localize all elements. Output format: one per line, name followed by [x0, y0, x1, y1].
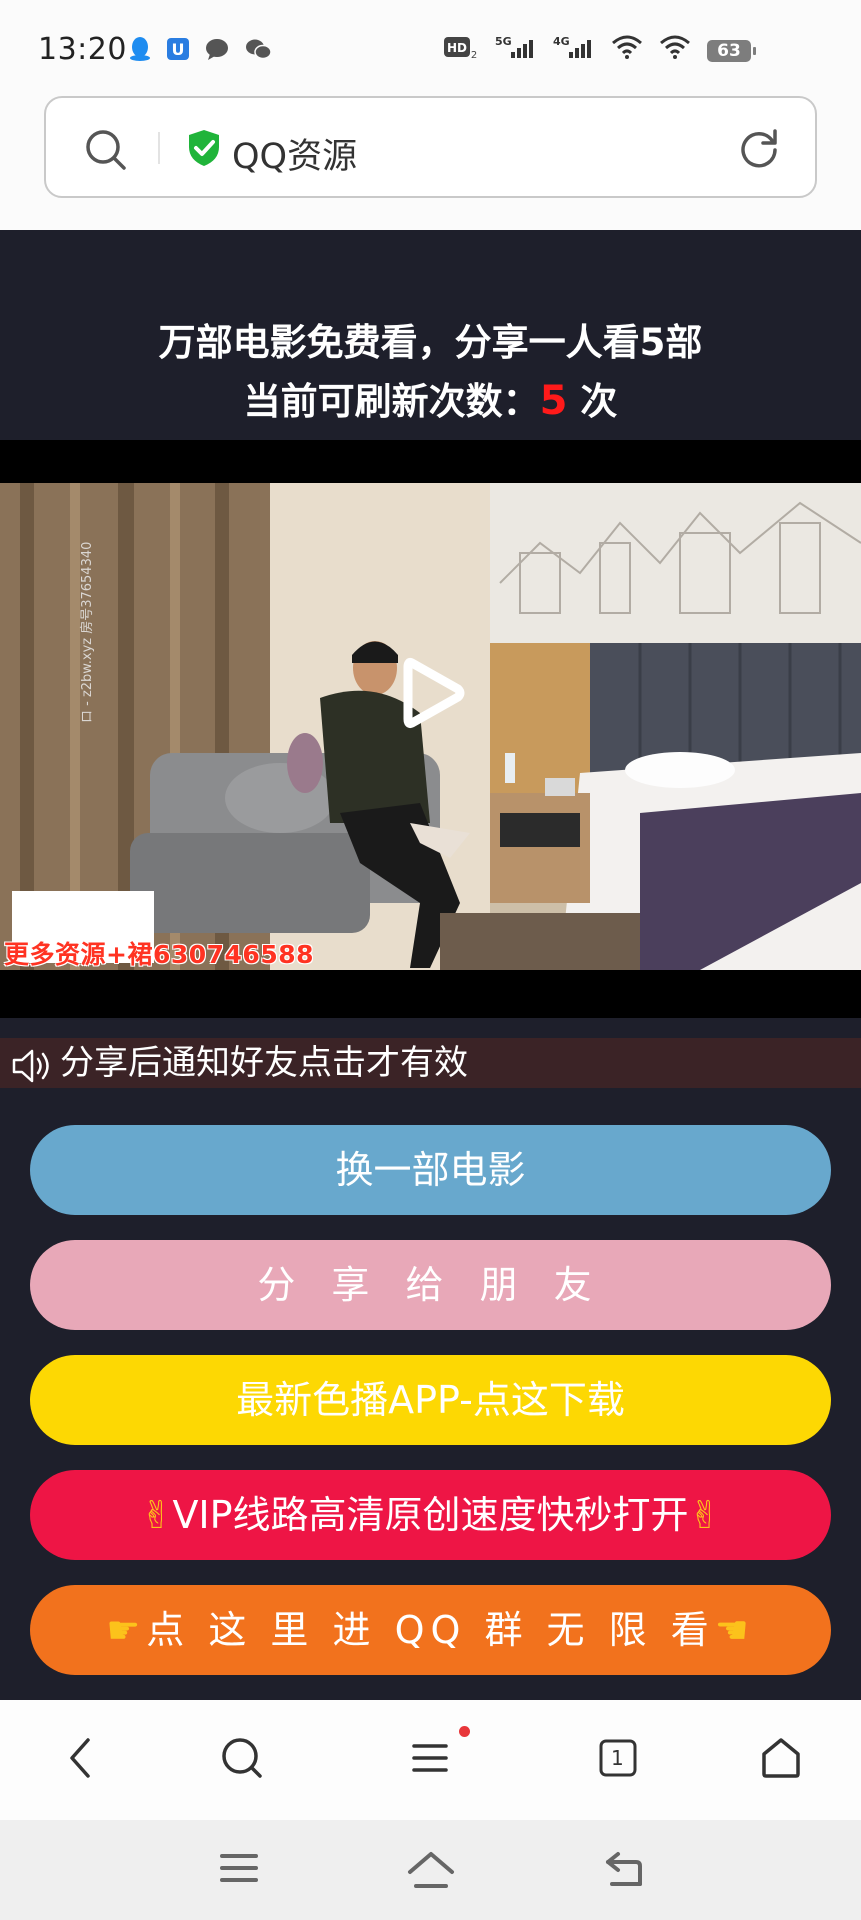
recent-apps-icon[interactable]	[220, 1850, 258, 1886]
headline-line-1: 万部电影免费看，分享一人看5部	[158, 321, 703, 364]
search-icon[interactable]	[84, 128, 128, 172]
refresh-suffix: 次	[567, 380, 618, 423]
secure-shield-icon	[189, 130, 219, 166]
change-movie-button[interactable]: 换一部电影	[30, 1125, 831, 1215]
svg-text:4G: 4G	[553, 35, 570, 48]
signal-icons: HD 2 5G 4G	[443, 34, 691, 60]
vip-line-button[interactable]: ✌VIP线路高清原创速度快秒打开✌	[30, 1470, 831, 1560]
qq-icon	[130, 37, 150, 61]
qq-group-label: 点 这 里 进 QQ 群 无 限 看	[146, 1608, 715, 1652]
menu-notification-dot	[459, 1726, 470, 1737]
download-app-button[interactable]: 最新色播APP-点这下载	[30, 1355, 831, 1445]
victory-hand-icon: ✌	[140, 1493, 173, 1537]
headline-line-2: 当前可刷新次数：5 次	[0, 372, 861, 431]
video-watermark: 更多资源+裙630746588	[4, 940, 315, 969]
wifi-icon	[660, 35, 690, 59]
menu-icon[interactable]	[410, 1736, 450, 1780]
play-icon[interactable]	[398, 653, 468, 733]
share-to-friends-button[interactable]: 分 享 给 朋 友	[30, 1240, 831, 1330]
qq-group-button[interactable]: ☛点 这 里 进 QQ 群 无 限 看☚	[30, 1585, 831, 1675]
wifi-icon	[612, 35, 642, 59]
home-icon[interactable]	[406, 1850, 456, 1890]
notice-text: 分享后通知好友点击才有效	[60, 1043, 468, 1083]
back-icon[interactable]	[66, 1736, 96, 1780]
speaker-icon	[12, 1049, 49, 1083]
victory-hand-icon: ✌	[688, 1493, 721, 1537]
svg-text:U: U	[172, 40, 185, 59]
wechat-icon	[246, 39, 272, 60]
page-title: QQ资源	[232, 137, 358, 177]
svg-text:2: 2	[471, 50, 477, 60]
status-bar: 13:20 U HD 2 5G 4G 63	[0, 0, 861, 88]
back-icon[interactable]	[604, 1850, 644, 1888]
pointing-left-icon: ☚	[714, 1608, 755, 1652]
home-icon[interactable]	[760, 1736, 802, 1780]
address-bar-area: QQ资源	[0, 88, 861, 230]
video-player[interactable]: ロ - z2bw.xyz 房号37654340 更多资源+裙630746588	[0, 483, 861, 970]
battery-indicator: 63	[707, 40, 756, 62]
main-content: 万部电影免费看，分享一人看5部 当前可刷新次数：5 次 ロ - z2bw.xyz…	[0, 230, 861, 1700]
headline: 万部电影免费看，分享一人看5部 当前可刷新次数：5 次	[0, 314, 861, 431]
system-navigation-bar	[0, 1820, 861, 1920]
refresh-label: 当前可刷新次数：	[243, 380, 540, 423]
svg-text:5G: 5G	[495, 35, 512, 48]
browser-toolbar: 1	[0, 1700, 861, 1820]
vip-line-label: VIP线路高清原创速度快秒打开	[172, 1493, 689, 1537]
refresh-icon[interactable]	[737, 126, 781, 170]
5g-signal-icon: 5G	[495, 35, 533, 58]
video-side-watermark: ロ - z2bw.xyz 房号37654340	[80, 541, 95, 723]
notification-icons: U	[128, 36, 272, 62]
message-icon	[206, 39, 228, 60]
hd-icon: HD 2	[444, 37, 477, 60]
notice-bar: 分享后通知好友点击才有效	[0, 1038, 861, 1088]
search-icon[interactable]	[220, 1736, 264, 1780]
address-divider	[158, 132, 160, 164]
app-icon: U	[167, 38, 189, 60]
svg-text:HD: HD	[447, 41, 467, 55]
tabs-count: 1	[611, 1746, 624, 1770]
pointing-right-icon: ☛	[106, 1608, 147, 1652]
address-bar[interactable]: QQ资源	[44, 96, 817, 198]
status-time: 13:20	[38, 32, 127, 67]
4g-signal-icon: 4G	[553, 35, 591, 58]
refresh-count: 5	[539, 378, 568, 424]
